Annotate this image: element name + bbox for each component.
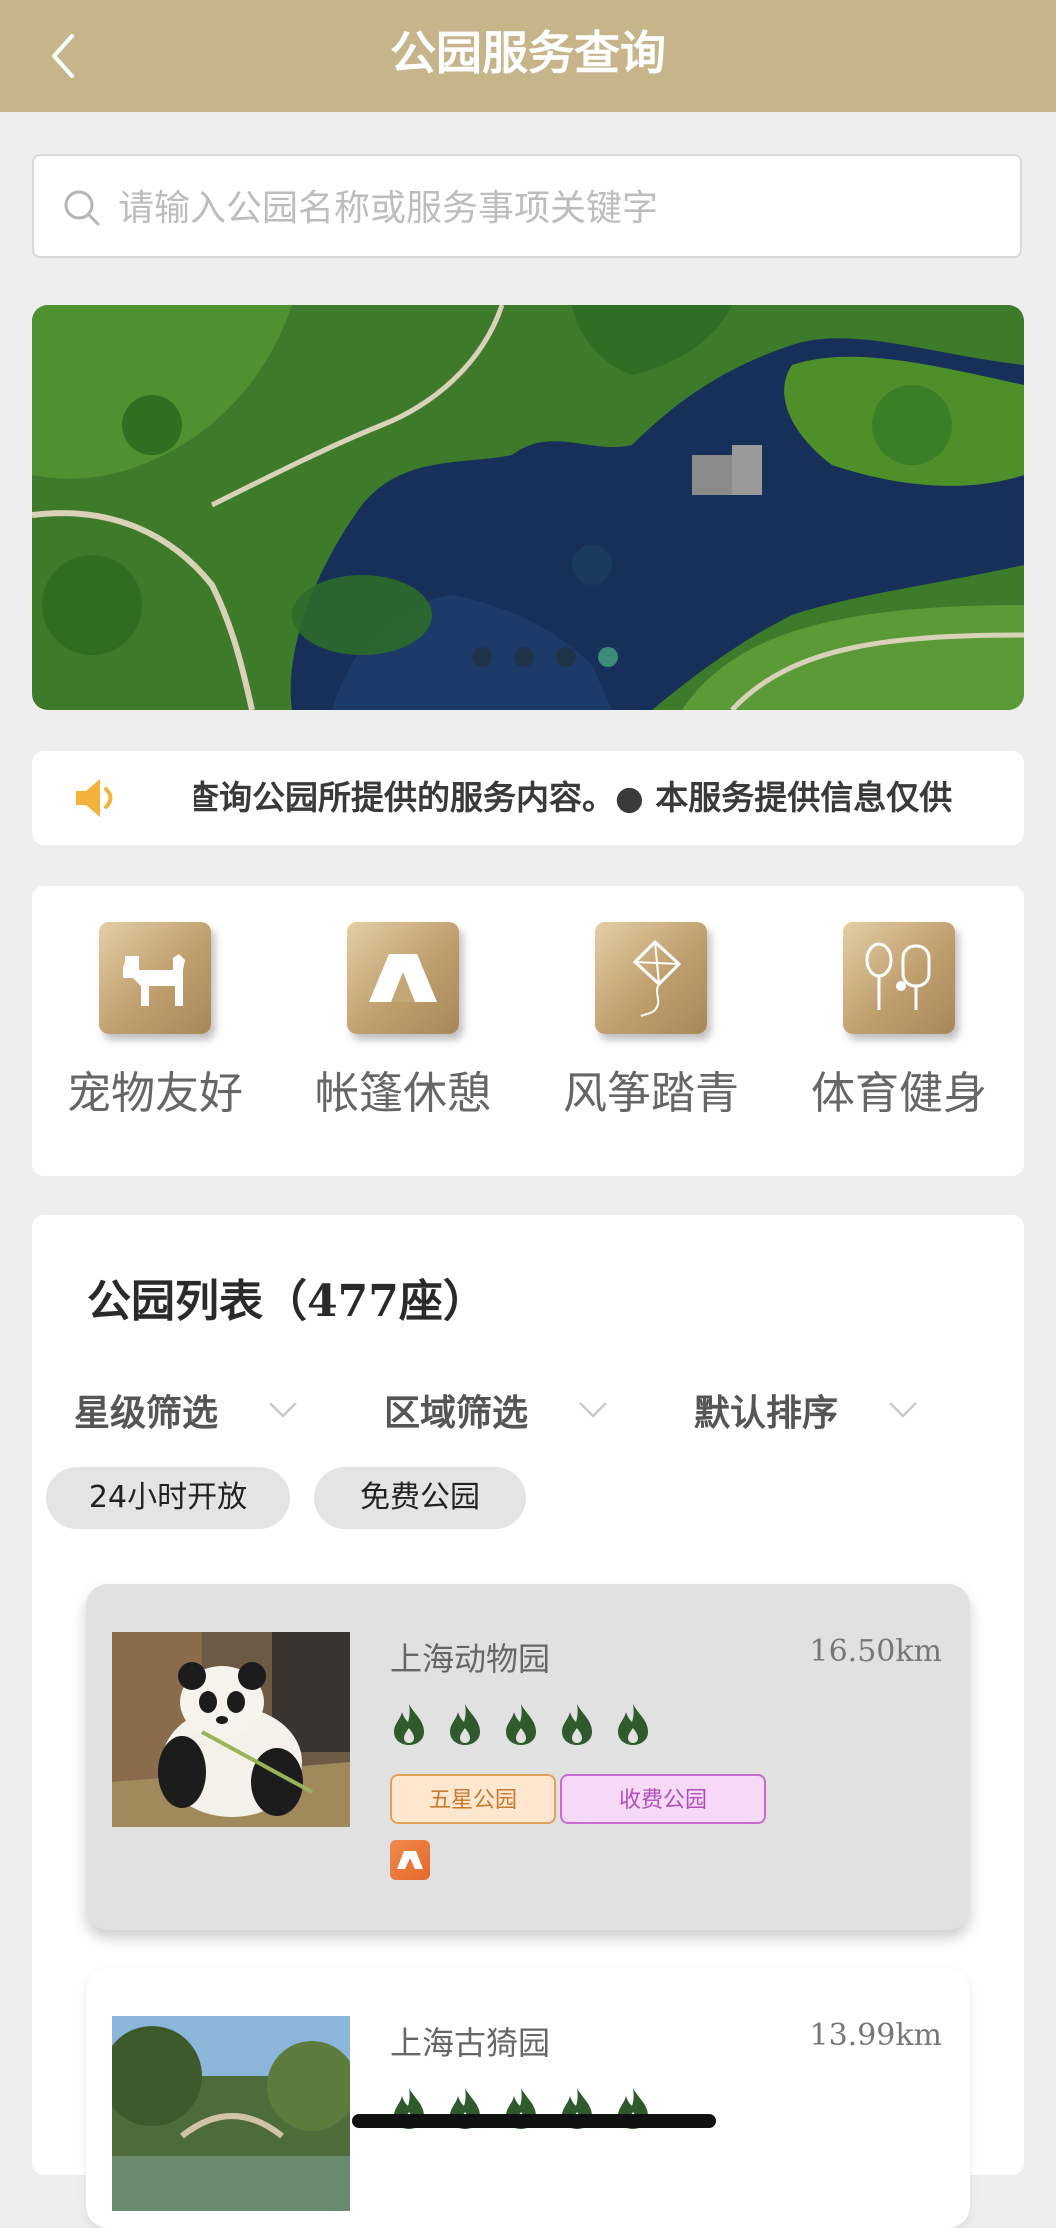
- park-item[interactable]: 上海古猗园 13.99km: [86, 1968, 970, 2228]
- filter-label: 区域筛选: [384, 1393, 529, 1434]
- filter-bar: 星级筛选 区域筛选 默认排序: [74, 1380, 1004, 1440]
- park-thumbnail: [112, 2016, 350, 2211]
- page-title: 公园服务查询: [390, 26, 666, 80]
- chevron-down-icon: [889, 1402, 917, 1418]
- park-item[interactable]: 上海动物园 16.50km 五星公园 收费公园: [86, 1584, 970, 1930]
- service-kite[interactable]: 风筝踏青: [536, 922, 766, 1124]
- top-bar: 公园服务查询: [0, 0, 1056, 112]
- tag-five-star: 五星公园: [390, 1774, 556, 1824]
- search-icon: [64, 190, 100, 226]
- filter-label: 星级筛选: [74, 1393, 219, 1434]
- service-categories: 宠物友好 帐篷休憩 风筝踏青 体育健身: [32, 886, 1024, 1176]
- banner-carousel[interactable]: [32, 305, 1024, 710]
- park-list-title: 公园列表（477座）: [87, 1276, 487, 1327]
- service-label: 体育健身: [811, 1068, 987, 1119]
- notice-bar[interactable]: 查询公园所提供的服务内容。● 本服务提供信息仅供: [32, 751, 1024, 845]
- park-distance: 16.50km: [809, 1634, 942, 1669]
- carousel-dot[interactable]: [556, 647, 576, 667]
- search-box[interactable]: [32, 154, 1022, 258]
- home-indicator[interactable]: [352, 2114, 716, 2128]
- flame-icon: [562, 1704, 592, 1745]
- notice-marquee: 查询公园所提供的服务内容。● 本服务提供信息仅供: [194, 751, 1024, 845]
- chevron-down-icon: [579, 1402, 607, 1418]
- carousel-dot-active[interactable]: [598, 647, 618, 667]
- search-input[interactable]: [116, 178, 1000, 238]
- kite-icon: [595, 922, 707, 1034]
- dog-icon: [99, 922, 211, 1034]
- heat-rating: [390, 1702, 652, 1746]
- park-distance: 13.99km: [809, 2018, 942, 2053]
- flame-icon: [506, 1704, 536, 1745]
- service-label: 风筝踏青: [563, 1068, 739, 1119]
- tent-icon: [390, 1840, 430, 1880]
- flame-icon: [450, 1704, 480, 1745]
- chevron-down-icon: [269, 1402, 297, 1418]
- area-filter-dropdown[interactable]: 区域筛选: [384, 1380, 608, 1440]
- carousel-dot[interactable]: [514, 647, 534, 667]
- service-tent-rest[interactable]: 帐篷休憩: [288, 922, 518, 1124]
- service-pet-friendly[interactable]: 宠物友好: [40, 922, 270, 1124]
- park-name: 上海古猗园: [390, 2024, 551, 2062]
- sort-dropdown[interactable]: 默认排序: [694, 1380, 918, 1440]
- park-name: 上海动物园: [390, 1640, 551, 1678]
- tag-paid-park: 收费公园: [560, 1774, 766, 1824]
- tent-icon: [347, 922, 459, 1034]
- speaker-icon: [76, 779, 113, 817]
- service-label: 帐篷休憩: [315, 1068, 491, 1119]
- chip-24h-open[interactable]: 24小时开放: [46, 1467, 290, 1529]
- sports-icon: [843, 922, 955, 1034]
- chip-free-park[interactable]: 免费公园: [314, 1467, 526, 1529]
- carousel-dot[interactable]: [472, 647, 492, 667]
- park-thumbnail: [112, 1632, 350, 1827]
- carousel-indicator: [472, 647, 618, 667]
- notice-text: 查询公园所提供的服务内容。● 本服务提供信息仅供: [194, 778, 953, 817]
- flame-icon: [618, 1704, 648, 1745]
- star-filter-dropdown[interactable]: 星级筛选: [74, 1380, 298, 1440]
- service-label: 宠物友好: [67, 1068, 243, 1119]
- flame-icon: [394, 1704, 424, 1745]
- filter-label: 默认排序: [694, 1393, 839, 1434]
- service-sports[interactable]: 体育健身: [784, 922, 1014, 1124]
